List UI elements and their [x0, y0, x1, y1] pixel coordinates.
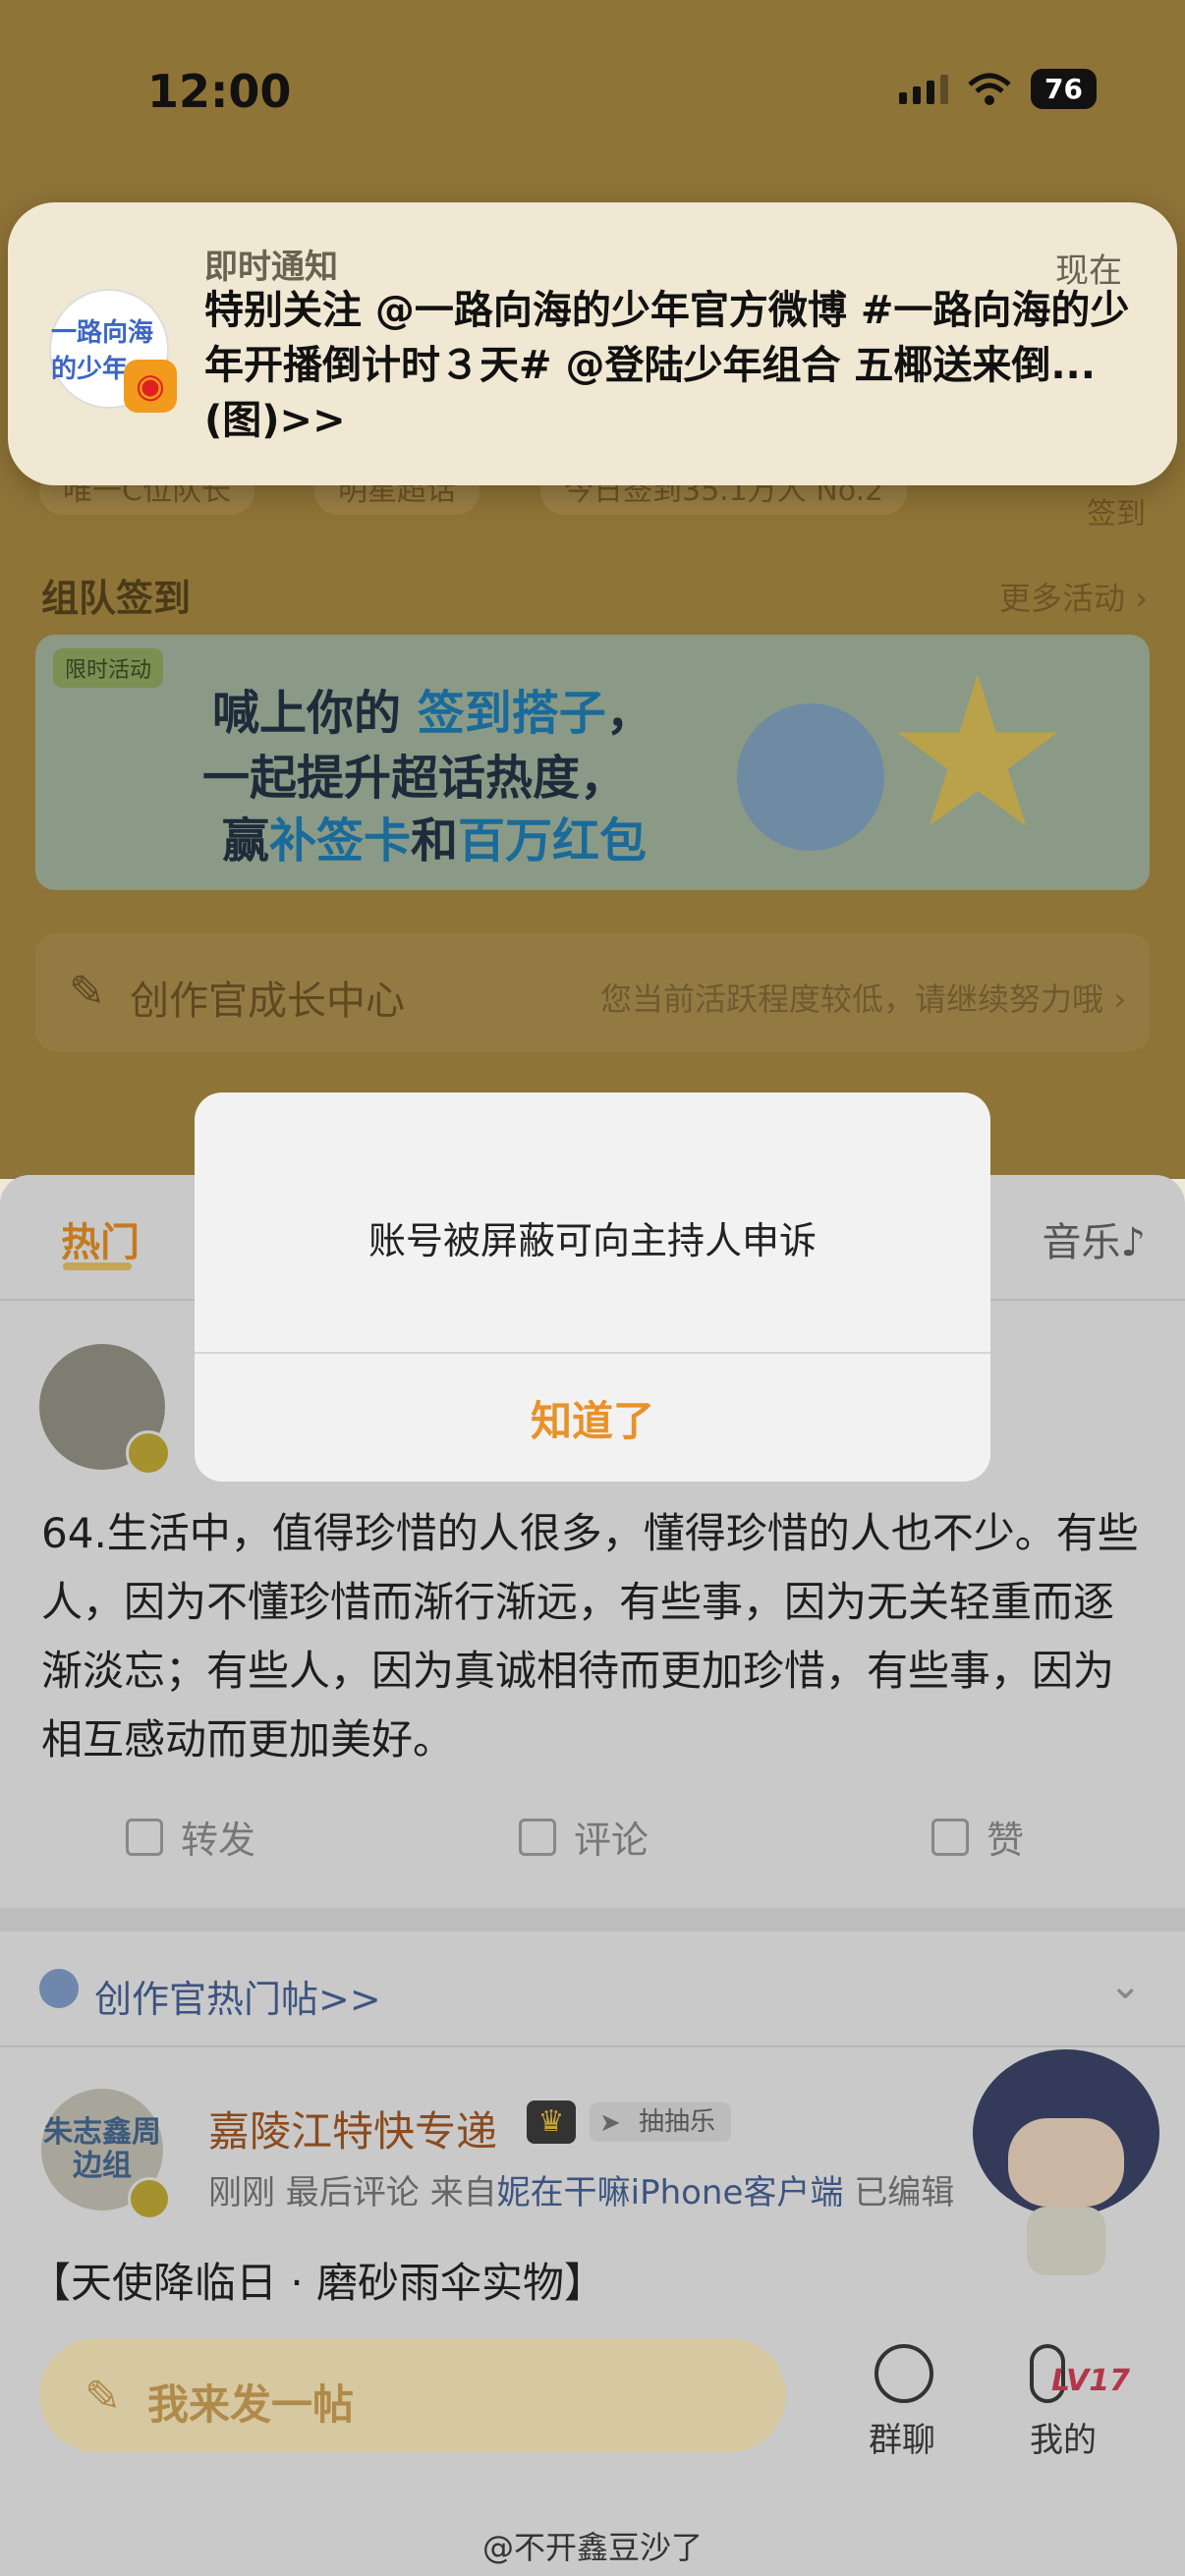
signin-button[interactable]: 签到 [1087, 489, 1146, 532]
repost-icon [126, 1818, 163, 1856]
creator-divider [0, 2045, 1185, 2047]
dialog-message: 账号被屏蔽可向主持人申诉 [367, 1219, 817, 1262]
mascot-sticker[interactable] [973, 2049, 1159, 2285]
banner-tag: 限时活动 [53, 648, 164, 688]
pencil-icon: ✎ [85, 2372, 121, 2422]
status-icons: 76 [899, 69, 1097, 109]
notification-body: 特别关注 @一路向海的少年官方微博 #一路向海的少年开播倒计时３天# @登陆少年… [204, 288, 1130, 443]
mascot-body [1027, 2207, 1105, 2275]
post-text: 64.生活中，值得珍惜的人很多，懂得珍惜的人也不少。有些人，因为不懂珍惜而渐行渐… [41, 1509, 1139, 1764]
elephant-illustration [737, 703, 884, 851]
weibo-app-icon: ◉ [124, 360, 177, 413]
growth-icon: ✎ [69, 967, 105, 1017]
alert-dialog: 账号被屏蔽可向主持人申诉 知道了 [195, 1092, 990, 1482]
watermark: @不开鑫豆沙了 [481, 2529, 703, 2566]
banner-line-1: 喊上你的 签到搭子， [212, 686, 653, 741]
comment-label: 评论 [574, 1819, 649, 1862]
group-chat-icon[interactable] [875, 2344, 933, 2403]
thumbs-up-icon [931, 1818, 969, 1856]
tab-active-indicator [63, 1262, 132, 1270]
like-button[interactable]: 赞 [931, 1810, 1024, 1864]
status-time: 12:00 [147, 65, 292, 118]
like-label: 赞 [987, 1819, 1025, 1862]
post-actions: 转发 评论 赞 [0, 1810, 1185, 1888]
banner-line-3: 赢补签卡和百万红包 [222, 813, 648, 868]
cellular-signal-icon [899, 74, 949, 104]
notification-app-name: 即时通知 [204, 248, 338, 287]
user-name[interactable]: 嘉陵江特快专递 [208, 2099, 497, 2158]
verified-badge-icon [126, 1430, 171, 1476]
verified-badge-icon [128, 2177, 171, 2220]
team-signin-title: 组队签到 [41, 577, 192, 620]
more-activity-link[interactable]: 更多活动 › [999, 574, 1148, 619]
wifi-icon [968, 73, 1011, 105]
group-chat-label[interactable]: 群聊 [869, 2413, 935, 2461]
banner-line-2: 一起提升超话热度， [202, 751, 628, 806]
growth-center-title: 创作官成长中心 [130, 979, 405, 1024]
star-illustration [897, 674, 1058, 826]
repost-label: 转发 [181, 1819, 256, 1862]
repost-button[interactable]: 转发 [126, 1810, 255, 1864]
client-source-link[interactable]: 妮在干嘛iPhone客户端 [497, 2173, 844, 2212]
tab-music[interactable]: 音乐♪ [1042, 1210, 1146, 1267]
post-title[interactable]: 【天使降临日 · 磨砂雨伞实物】 [29, 2250, 605, 2310]
send-icon: ➤ [599, 2108, 621, 2138]
dialog-ok-button[interactable]: 知道了 [195, 1354, 990, 1482]
creator-icon [39, 1969, 79, 2008]
comment-button[interactable]: 评论 [519, 1810, 649, 1864]
level-badge: LV17 [1051, 2364, 1130, 2398]
growth-center-note: 您当前活跃程度较低，请继续努力哦 › [600, 980, 1126, 1018]
mascot-face [1008, 2118, 1124, 2207]
section-divider [0, 1908, 1185, 1932]
activity-banner[interactable]: 限时活动 喊上你的 签到搭子， 一起提升超话热度， 赢补签卡和百万红包 [35, 635, 1150, 890]
chevron-down-icon[interactable]: ⌄ [1108, 1963, 1142, 2008]
crown-icon: ♛ [527, 2100, 576, 2144]
profile-label[interactable]: 我的 [1030, 2413, 1097, 2461]
post-meta: 刚刚 最后评论 来自妮在干嘛iPhone客户端 已编辑 [208, 2173, 955, 2212]
tab-hot[interactable]: 热门 [61, 1210, 140, 1267]
compose-label: 我来发一帖 [147, 2380, 355, 2429]
creator-hot-posts-link[interactable]: 创作官热门帖>> [94, 1969, 381, 2023]
push-notification[interactable]: 一路向海的少年 ◉ 即时通知 现在 特别关注 @一路向海的少年官方微博 #一路向… [8, 202, 1177, 485]
battery-indicator: 76 [1031, 69, 1097, 109]
comment-icon [519, 1818, 556, 1856]
